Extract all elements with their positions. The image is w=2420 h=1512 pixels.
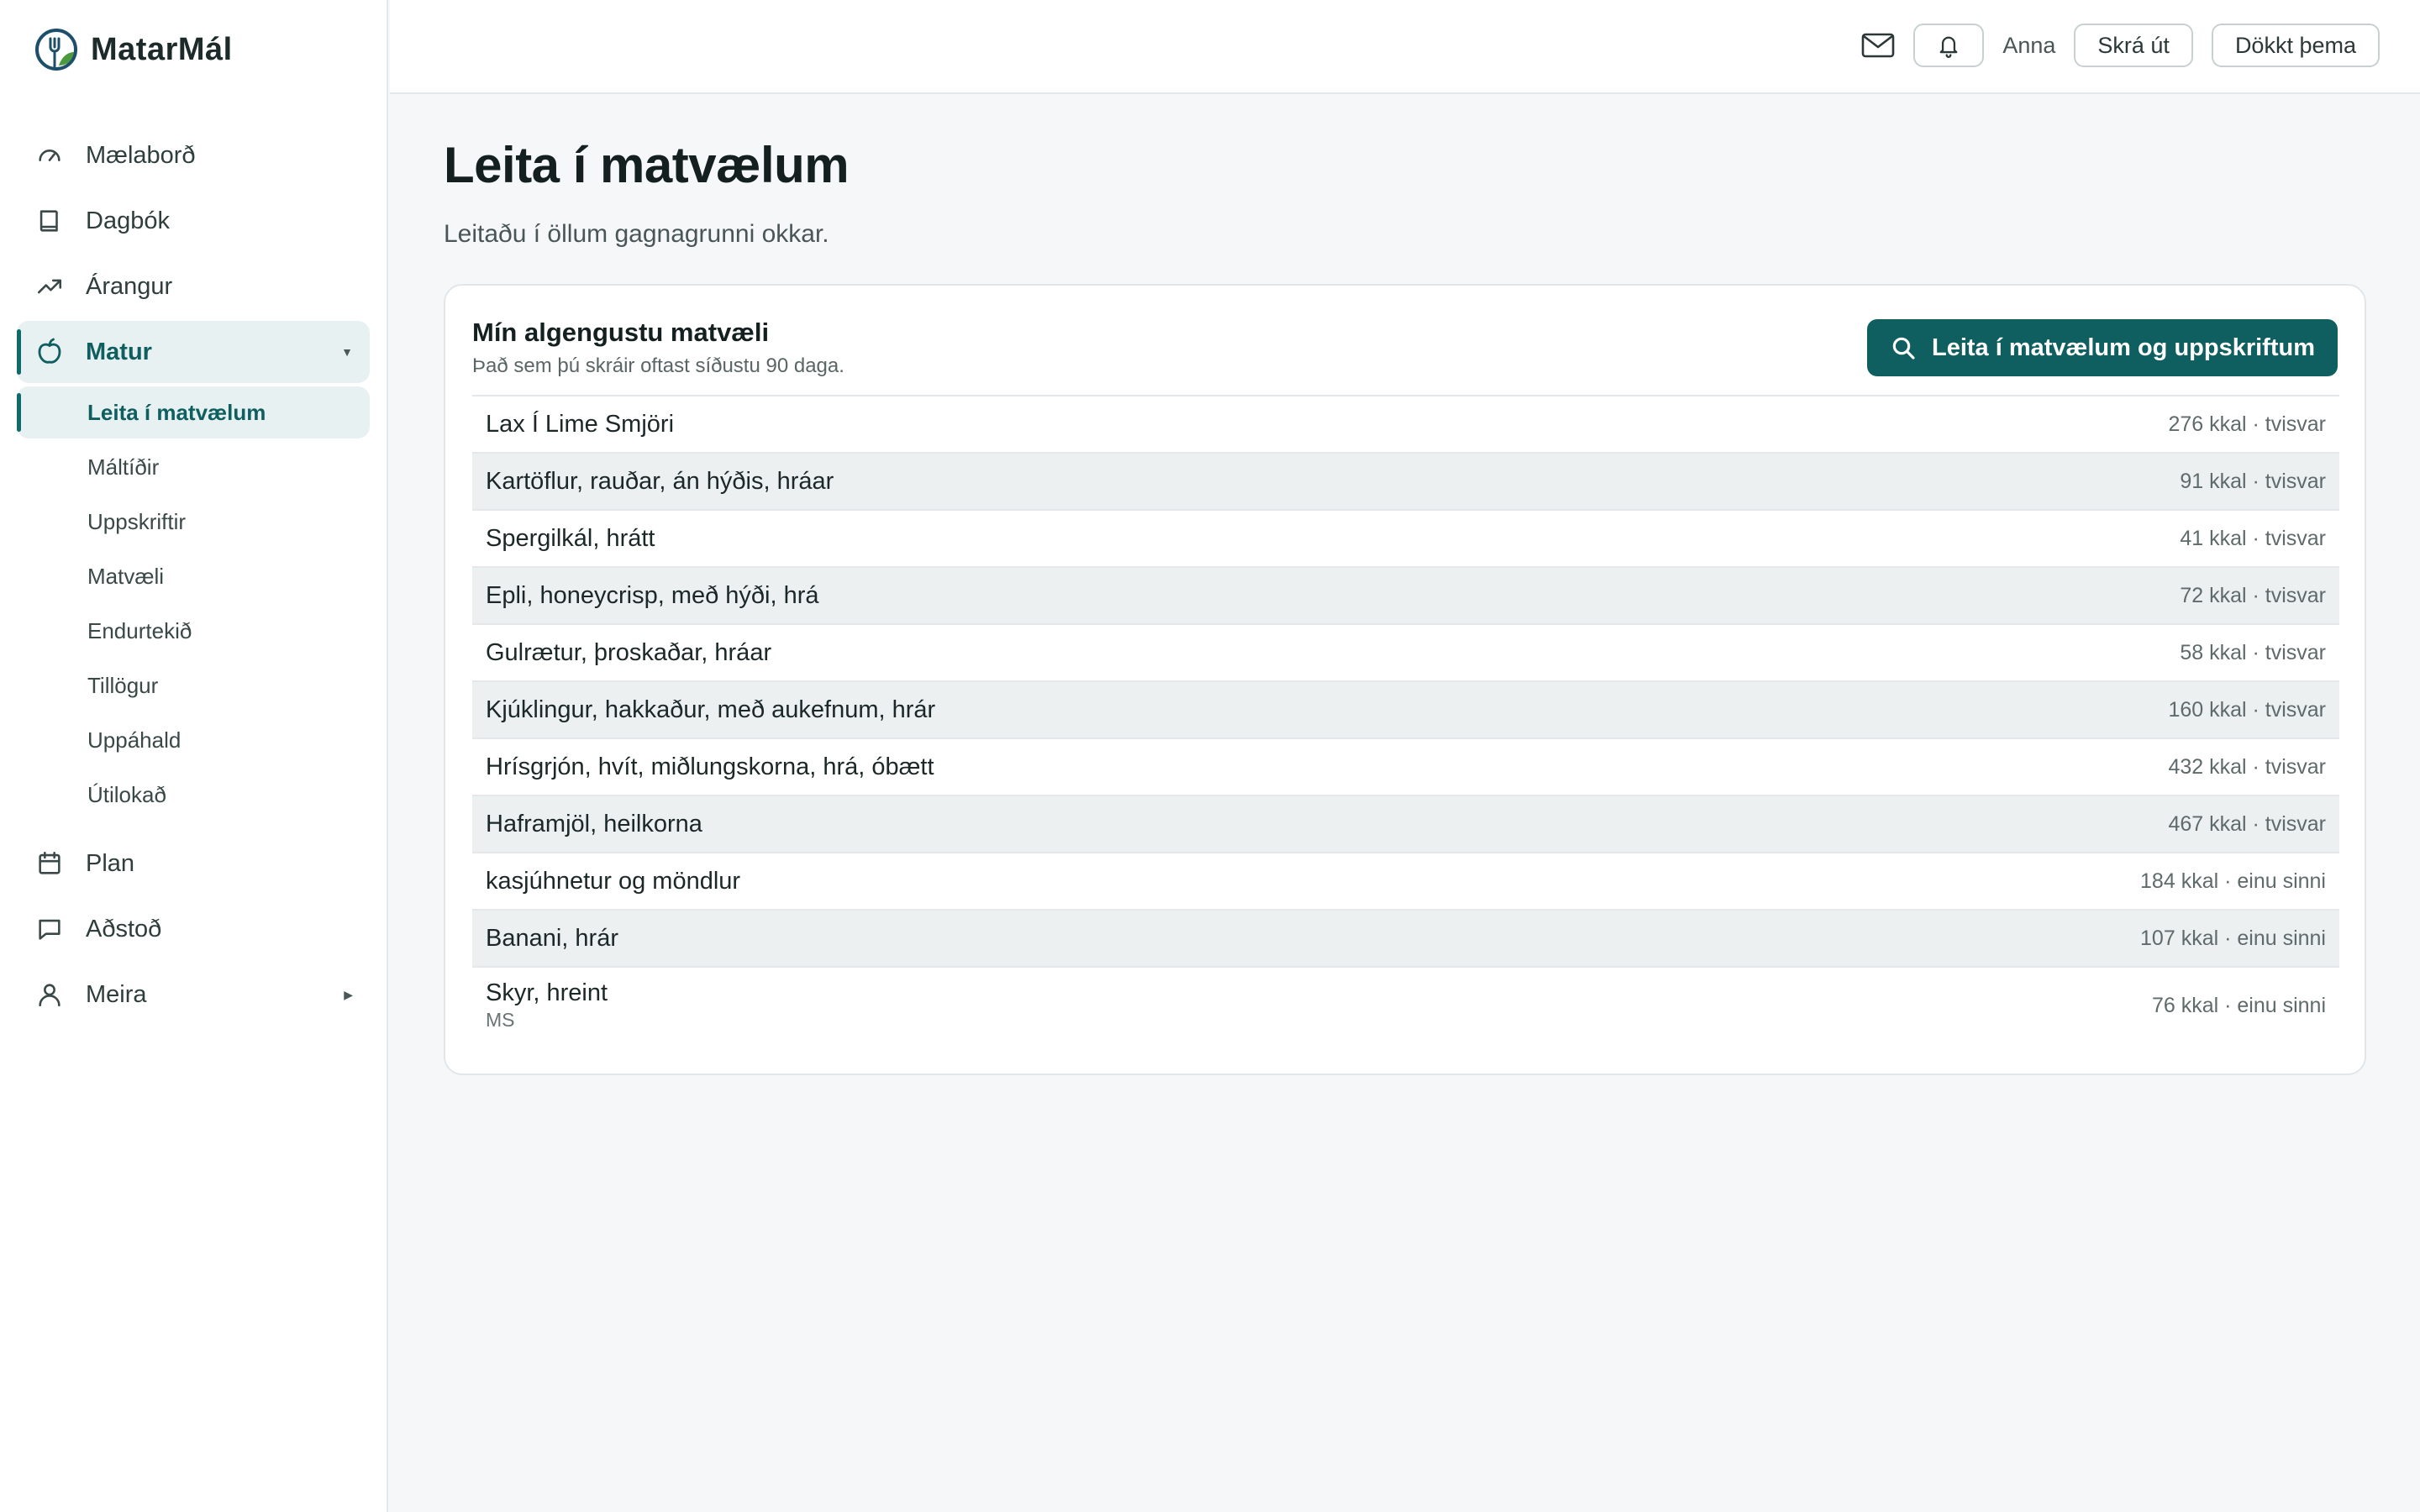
food-name: Haframjöl, heilkorna: [486, 810, 702, 837]
sidebar-item-plan[interactable]: Plan: [17, 832, 370, 895]
trend-up-icon: [34, 270, 66, 302]
dark-theme-button[interactable]: Dökkt þema: [2211, 24, 2380, 67]
book-icon: [34, 205, 66, 237]
user-icon: [34, 979, 66, 1011]
food-meta: 72 kkal · tvisvar: [2180, 583, 2326, 607]
chevron-down-icon: ▼: [341, 345, 353, 359]
sidebar-item-label: Mælaborð: [86, 141, 196, 169]
page-subtitle: Leitaðu í öllum gagnagrunni okkar.: [444, 220, 829, 248]
search-icon: [1892, 337, 1915, 360]
food-meta: 276 kkal · tvisvar: [2168, 412, 2326, 436]
subnav-item-meals[interactable]: Máltíðir: [17, 441, 370, 493]
food-name: kasjúhnetur og möndlur: [486, 867, 741, 895]
search-foods-recipes-button[interactable]: Leita í matvælum og uppskriftum: [1867, 319, 2338, 376]
food-meta: 107 kkal · einu sinni: [2140, 926, 2326, 950]
food-name: Gulrætur, þroskaðar, hráar: [486, 638, 772, 666]
food-name: Kjúklingur, hakkaður, með aukefnum, hrár: [486, 696, 936, 723]
sidebar-item-label: Plan: [86, 849, 135, 877]
search-button-label: Leita í matvælum og uppskriftum: [1932, 333, 2315, 361]
food-meta: 160 kkal · tvisvar: [2168, 697, 2326, 722]
card-title: Mín algengustu matvæli: [472, 318, 770, 347]
food-list: Lax Í Lime Smjöri 276 kkal · tvisvar Kart…: [472, 395, 2339, 1043]
chevron-right-icon: ▶: [344, 987, 353, 1001]
top-actions: Anna Skrá út Dökkt þema: [1861, 24, 2380, 67]
food-name: Skyr, hreint: [486, 979, 608, 1006]
username: Anna: [2002, 32, 2056, 58]
food-meta: 58 kkal · tvisvar: [2180, 640, 2326, 664]
card-subtitle: Það sem þú skráir oftast síðustu 90 daga…: [472, 354, 844, 377]
food-name: Banani, hrár: [486, 924, 618, 952]
frequent-foods-card: Mín algengustu matvæli Það sem þú skráir…: [444, 284, 2366, 1075]
food-meta: 41 kkal · tvisvar: [2180, 526, 2326, 550]
table-row[interactable]: Hrísgrjón, hvít, miðlungskorna, hrá, óbæ…: [472, 738, 2339, 795]
mail-icon: [1862, 33, 1895, 58]
sidebar-item-more[interactable]: Meira ▶: [17, 963, 370, 1026]
food-name: Spergilkál, hrátt: [486, 524, 655, 552]
sidebar-item-progress[interactable]: Árangur: [17, 255, 370, 318]
sidebar-item-label: Dagbók: [86, 207, 170, 234]
table-row[interactable]: kasjúhnetur og möndlur 184 kkal · einu si…: [472, 852, 2339, 909]
sidebar-item-label: Matur: [86, 338, 152, 365]
sidebar-item-help[interactable]: Aðstoð: [17, 898, 370, 960]
table-row[interactable]: Gulrætur, þroskaðar, hráar 58 kkal · tvis…: [472, 623, 2339, 680]
table-row[interactable]: Banani, hrár 107 kkal · einu sinni: [472, 909, 2339, 966]
food-name: Lax Í Lime Smjöri: [486, 410, 675, 438]
sidebar-item-label: Árangur: [86, 272, 173, 300]
sidebar-item-dashboard[interactable]: Mælaborð: [17, 124, 370, 186]
table-row[interactable]: Kartöflur, rauðar, án hýðis, hráar 91 kka…: [472, 452, 2339, 509]
subnav-item-favorites[interactable]: Uppáhald: [17, 714, 370, 766]
page-title: Leita í matvælum: [444, 137, 850, 193]
subnav-item-recurring[interactable]: Endurtekið: [17, 605, 370, 657]
food-meta: 91 kkal · tvisvar: [2180, 469, 2326, 493]
gauge-icon: [34, 139, 66, 171]
table-row[interactable]: Kjúklingur, hakkaður, með aukefnum, hrár…: [472, 680, 2339, 738]
food-name: Kartöflur, rauðar, án hýðis, hráar: [486, 467, 834, 495]
calendar-icon: [34, 848, 66, 879]
table-row[interactable]: Epli, honeycrisp, með hýði, hrá 72 kkal ·…: [472, 566, 2339, 623]
sidebar-item-diary[interactable]: Dagbók: [17, 190, 370, 252]
subnav-item-excluded[interactable]: Útilokað: [17, 769, 370, 821]
apple-icon: [34, 336, 66, 368]
subnav-item-search-food[interactable]: Leita í matvælum: [17, 386, 370, 438]
chat-icon: [34, 913, 66, 945]
table-row[interactable]: Spergilkál, hrátt 41 kkal · tvisvar: [472, 509, 2339, 566]
main-nav: Mælaborð Dagbók Árangur Matur ▼ Leita í …: [17, 124, 370, 1029]
subnav-item-foods[interactable]: Matvæli: [17, 550, 370, 602]
sidebar: MatarMál Mælaborð Dagbók Árangur Matur ▼…: [0, 0, 388, 1512]
subnav-item-recipes[interactable]: Uppskriftir: [17, 496, 370, 548]
brand-name: MatarMál: [91, 31, 233, 67]
brand[interactable]: MatarMál: [34, 25, 233, 74]
table-row[interactable]: Skyr, hreint MS 76 kkal · einu sinni: [472, 966, 2339, 1043]
food-name-wrap: Skyr, hreint MS: [486, 979, 608, 1032]
sidebar-item-label: Meira: [86, 980, 147, 1008]
food-meta: 432 kkal · tvisvar: [2168, 754, 2326, 779]
topbar: Anna Skrá út Dökkt þema: [390, 0, 2420, 94]
food-name: Epli, honeycrisp, með hýði, hrá: [486, 581, 819, 609]
subnav-item-suggestions[interactable]: Tillögur: [17, 659, 370, 711]
logout-button[interactable]: Skrá út: [2074, 24, 2193, 67]
messages-button[interactable]: [1861, 24, 1895, 67]
food-subnav: Leita í matvælum Máltíðir Uppskriftir Ma…: [17, 386, 370, 821]
notifications-button[interactable]: [1913, 24, 1985, 67]
table-row[interactable]: Haframjöl, heilkorna 467 kkal · tvisvar: [472, 795, 2339, 852]
sidebar-item-food[interactable]: Matur ▼: [17, 321, 370, 383]
bell-icon: [1939, 36, 1958, 58]
food-meta: 467 kkal · tvisvar: [2168, 811, 2326, 836]
table-row[interactable]: Lax Í Lime Smjöri 276 kkal · tvisvar: [472, 395, 2339, 452]
sidebar-item-label: Aðstoð: [86, 915, 162, 942]
food-meta: 76 kkal · einu sinni: [2151, 993, 2326, 1017]
food-name: Hrísgrjón, hvít, miðlungskorna, hrá, óbæ…: [486, 753, 934, 780]
food-brand: MS: [486, 1009, 515, 1031]
logo-icon: [35, 29, 77, 71]
food-meta: 184 kkal · einu sinni: [2140, 869, 2326, 893]
